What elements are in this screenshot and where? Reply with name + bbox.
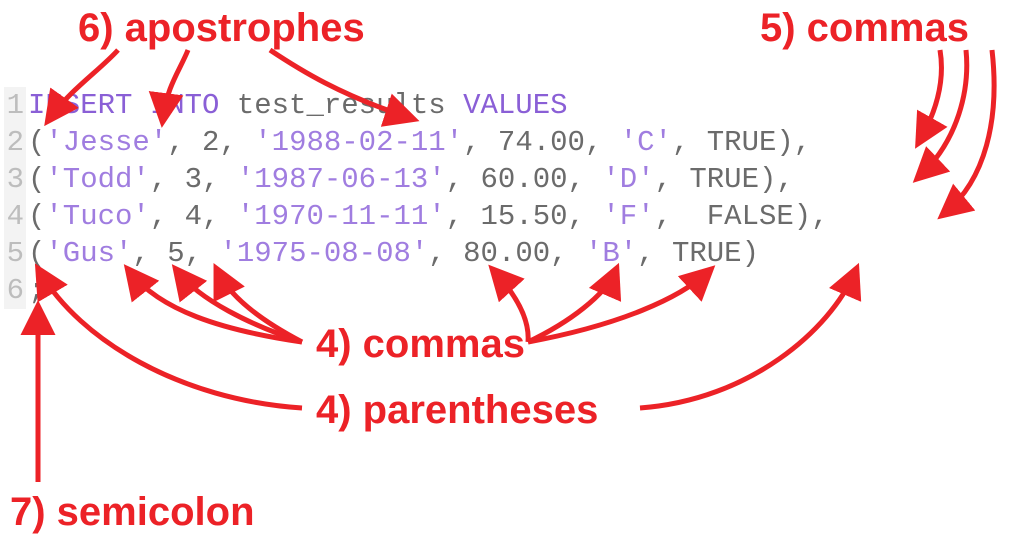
code-token: ( [28, 200, 45, 233]
code-token: 80.00 [463, 237, 550, 270]
code-token: , [167, 126, 202, 159]
arrow-comma-right-1 [920, 50, 941, 140]
code-token: TRUE [672, 237, 742, 270]
code-token: , [150, 200, 185, 233]
code-token: 3 [185, 163, 202, 196]
line-number: 5 [4, 235, 26, 272]
code-line: 6; [4, 272, 829, 309]
code-token: ), [794, 200, 829, 233]
code-token: 2 [202, 126, 219, 159]
code-token: 'Tuco' [45, 200, 149, 233]
code-token: , [568, 163, 603, 196]
annotation-parentheses: 4) parentheses [316, 388, 598, 433]
code-token: , [202, 200, 237, 233]
code-token: , [568, 200, 603, 233]
code-token: , [637, 237, 672, 270]
code-token: test_results [237, 89, 446, 122]
code-token: , [463, 126, 498, 159]
code-token: , [202, 163, 237, 196]
code-token: ), [776, 126, 811, 159]
line-number: 3 [4, 161, 26, 198]
code-token: '1988-02-11' [254, 126, 463, 159]
code-token: 'C' [620, 126, 672, 159]
code-token: 60.00 [481, 163, 568, 196]
code-token: '1987-06-13' [237, 163, 446, 196]
code-token: ) [742, 237, 759, 270]
code-token: ), [759, 163, 794, 196]
line-number: 6 [4, 272, 26, 309]
code-token: 15.50 [481, 200, 568, 233]
code-token: , [185, 237, 220, 270]
code-token: FALSE [707, 200, 794, 233]
code-token: , [428, 237, 463, 270]
code-token: ; [28, 274, 45, 307]
code-token [446, 89, 463, 122]
code-token: ( [28, 237, 45, 270]
annotation-commas-right: 5) commas [760, 6, 969, 51]
code-token: TRUE [707, 126, 777, 159]
code-token: 4 [185, 200, 202, 233]
code-token: , [446, 163, 481, 196]
code-token: INSERT INTO [28, 89, 219, 122]
annotation-commas-inner: 4) commas [316, 322, 525, 367]
code-line: 4('Tuco', 4, '1970-11-11', 15.50, 'F', F… [4, 198, 829, 235]
code-line: 3('Todd', 3, '1987-06-13', 60.00, 'D', T… [4, 161, 829, 198]
code-token: , [655, 200, 707, 233]
annotation-semicolon: 7) semicolon [10, 490, 255, 535]
code-line: 5('Gus', 5, '1975-08-08', 80.00, 'B', TR… [4, 235, 829, 272]
code-token: VALUES [463, 89, 567, 122]
code-token: 'Jesse' [45, 126, 167, 159]
code-token [219, 89, 236, 122]
code-token: , [132, 237, 167, 270]
code-token: '1970-11-11' [237, 200, 446, 233]
code-token: TRUE [689, 163, 759, 196]
line-number: 1 [4, 87, 26, 124]
code-token: , [672, 126, 707, 159]
annotation-apostrophes: 6) apostrophes [78, 6, 365, 51]
code-token: 'Todd' [45, 163, 149, 196]
code-token: , [219, 126, 254, 159]
code-token: '1975-08-08' [219, 237, 428, 270]
code-token: 'B' [585, 237, 637, 270]
arrow-comma-right-2 [920, 50, 967, 176]
code-line: 1INSERT INTO test_results VALUES [4, 87, 829, 124]
code-token: ( [28, 126, 45, 159]
arrow-comma-right-3 [945, 50, 994, 213]
code-token: 'Gus' [45, 237, 132, 270]
code-token: , [446, 200, 481, 233]
line-number: 4 [4, 198, 26, 235]
code-token: 74.00 [498, 126, 585, 159]
code-token: , [655, 163, 690, 196]
code-token: , [550, 237, 585, 270]
line-number: 2 [4, 124, 26, 161]
code-block: 1INSERT INTO test_results VALUES2('Jesse… [4, 87, 829, 309]
code-token: 'D' [602, 163, 654, 196]
code-token: , [150, 163, 185, 196]
code-token: ( [28, 163, 45, 196]
code-line: 2('Jesse', 2, '1988-02-11', 74.00, 'C', … [4, 124, 829, 161]
code-token: , [585, 126, 620, 159]
code-token: 'F' [602, 200, 654, 233]
code-token: 5 [167, 237, 184, 270]
